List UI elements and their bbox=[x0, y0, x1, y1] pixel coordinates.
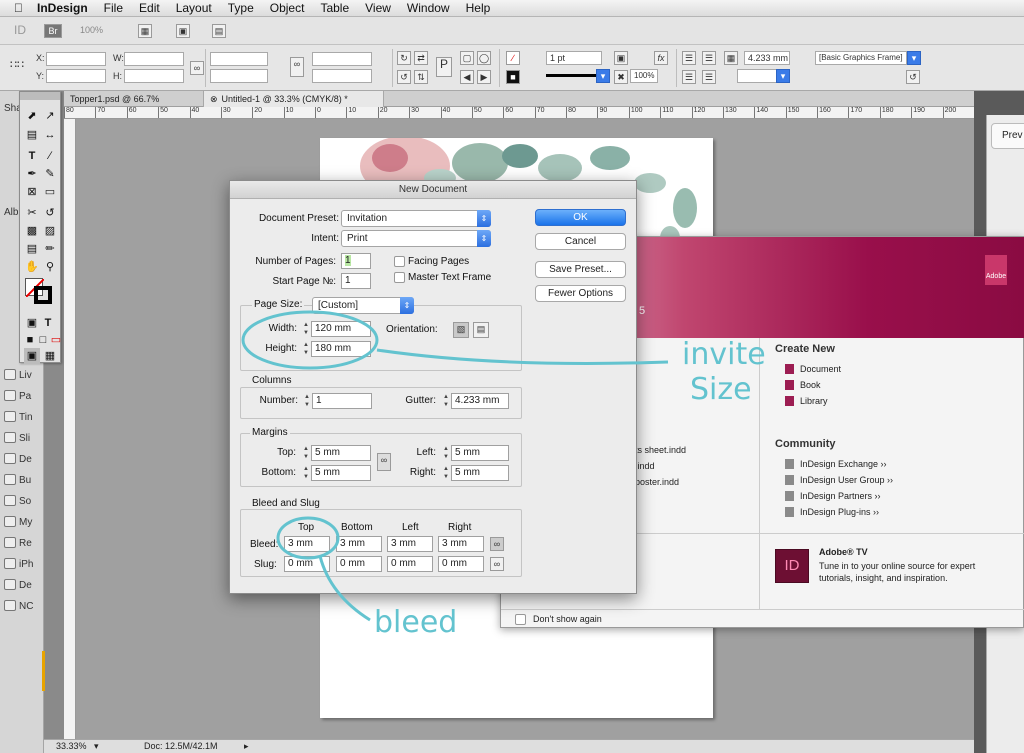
bleed-circle bbox=[278, 518, 338, 558]
bleed-arrow bbox=[320, 556, 370, 620]
invite-size-arrow bbox=[377, 350, 668, 364]
hand-drawn-annotations bbox=[0, 0, 1024, 753]
invite-size-circle bbox=[243, 312, 377, 368]
annotation-invite: invite bbox=[682, 340, 766, 370]
annotation-size: Size bbox=[690, 375, 752, 405]
annotation-bleed: bleed bbox=[374, 608, 457, 638]
